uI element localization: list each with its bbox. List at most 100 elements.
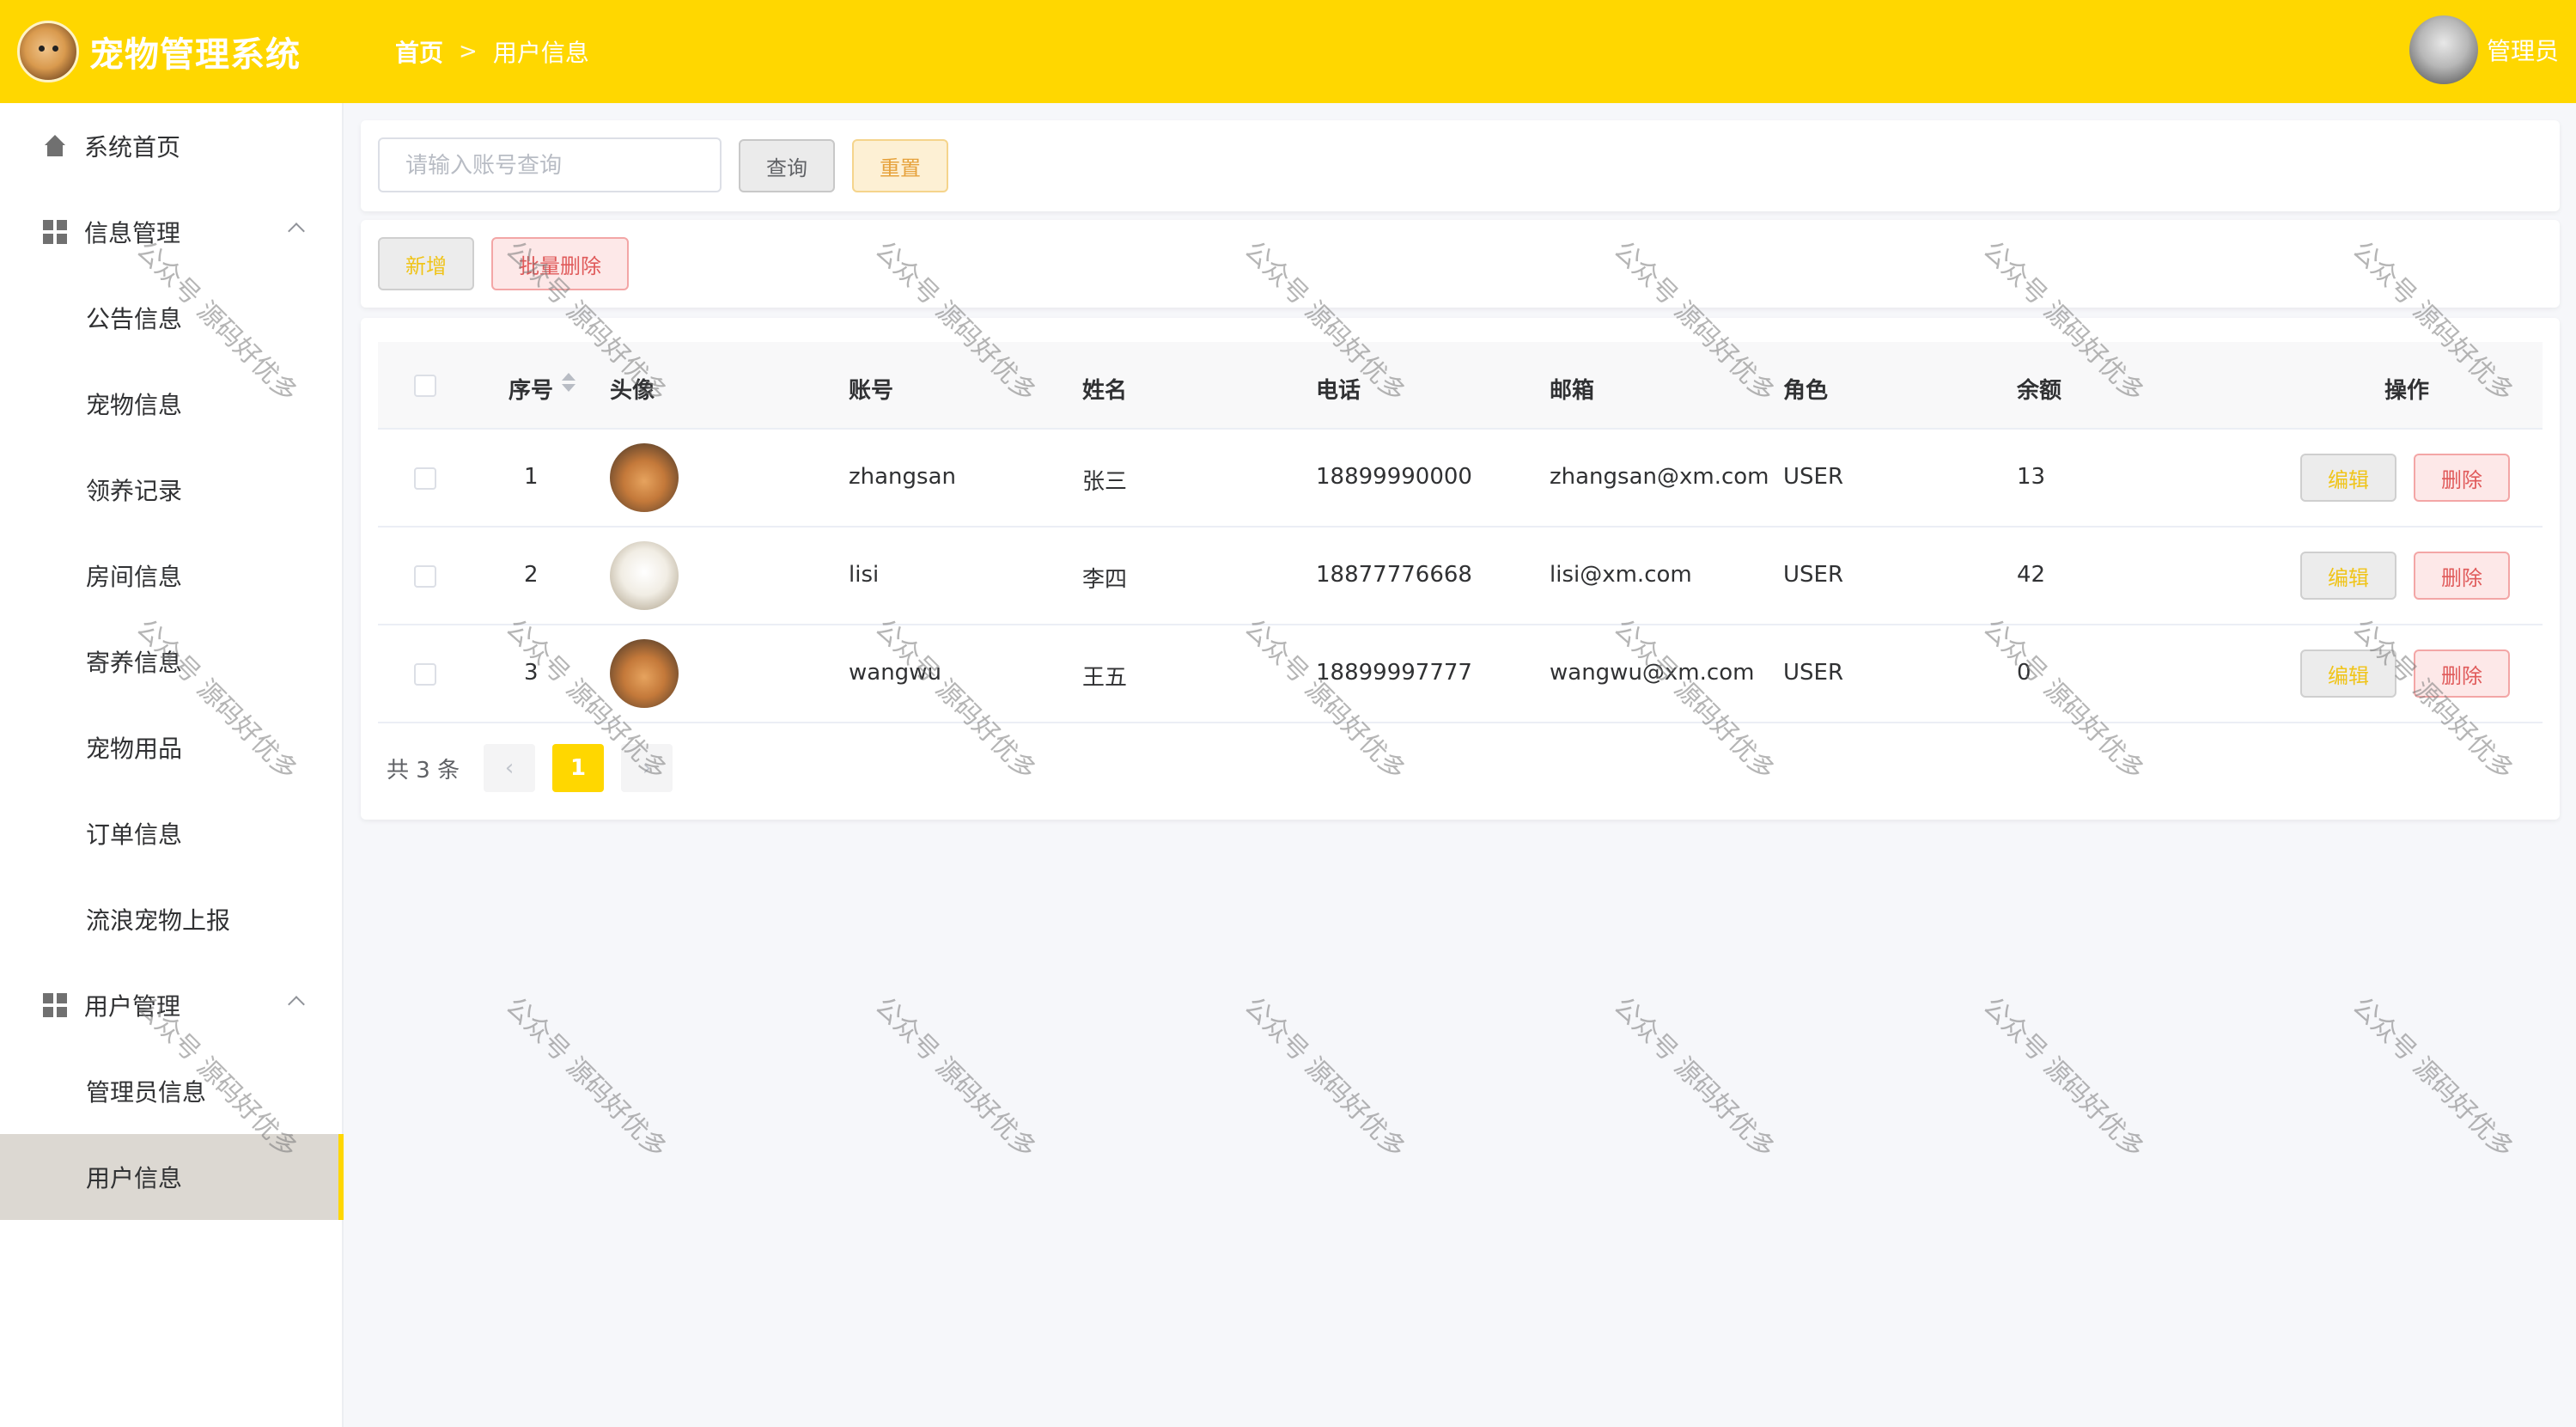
edit-button[interactable]: 编辑: [2300, 454, 2396, 502]
pet-avatar: [610, 639, 679, 708]
cell-phone: 18899990000: [1316, 464, 1472, 490]
watermark-text: 公众号 源码好优多: [499, 991, 673, 1165]
cell-name: 王五: [1082, 665, 1128, 691]
sidebar-group-label: 用户管理: [84, 992, 181, 1021]
column-header: 电话: [1316, 378, 1361, 404]
cell-email: wangwu@xm.com: [1550, 660, 1755, 686]
user-name[interactable]: 管理员: [2487, 33, 2559, 67]
cell-name: 张三: [1082, 469, 1128, 495]
breadcrumb-home[interactable]: 首页: [395, 34, 443, 69]
sidebar-item-label: 寄养信息: [86, 649, 183, 677]
grid-icon: [41, 220, 69, 244]
avatar[interactable]: [2409, 15, 2478, 84]
user-menu[interactable]: 管理员: [2409, 15, 2559, 84]
sidebar-item-label: 宠物信息: [86, 391, 183, 419]
cell-name: 李四: [1082, 567, 1128, 593]
sidebar-item-label: 公告信息: [86, 305, 183, 333]
column-header: 角色: [1783, 378, 1829, 404]
column-header: 账号: [849, 378, 894, 404]
sidebar-item-rooms[interactable]: 房间信息: [0, 533, 342, 619]
cell-index: 3: [524, 660, 539, 686]
column-header: 姓名: [1082, 378, 1128, 404]
cell-balance: 42: [2017, 562, 2046, 588]
chevron-up-icon: [288, 996, 305, 1013]
sidebar-item-pets[interactable]: 宠物信息: [0, 361, 342, 447]
logo-area: 宠物管理系统: [0, 21, 344, 82]
cell-account: zhangsan: [849, 464, 956, 490]
pagination: 共 3 条 ‹ 1 ›: [387, 744, 690, 792]
query-button[interactable]: 查询: [739, 139, 835, 192]
table-row: 2 lisi 李四 18877776668 lisi@xm.com USER 4…: [378, 528, 2543, 625]
cell-role: USER: [1783, 562, 1844, 588]
delete-button[interactable]: 删除: [2414, 649, 2510, 698]
edit-button[interactable]: 编辑: [2300, 552, 2396, 600]
top-header: 宠物管理系统 首页 > 用户信息 管理员: [0, 0, 2576, 103]
reset-button[interactable]: 重置: [852, 139, 948, 192]
edit-button[interactable]: 编辑: [2300, 649, 2396, 698]
cell-account: wangwu: [849, 660, 941, 686]
delete-button[interactable]: 删除: [2414, 552, 2510, 600]
watermark-text: 公众号 源码好优多: [1238, 991, 1411, 1165]
column-header[interactable]: 序号: [509, 373, 553, 405]
search-panel: 查询 重置: [361, 120, 2560, 211]
sidebar-group-info[interactable]: 信息管理: [0, 189, 342, 275]
pagination-total: 共 3 条: [387, 757, 460, 784]
column-header: 操作: [2384, 378, 2430, 404]
page-number[interactable]: 1: [552, 744, 605, 792]
pet-avatar: [610, 443, 679, 512]
cell-balance: 0: [2017, 660, 2031, 686]
sidebar-item-label: 房间信息: [86, 563, 183, 591]
cell-email: lisi@xm.com: [1550, 562, 1692, 588]
sidebar-group-users[interactable]: 用户管理: [0, 962, 342, 1048]
breadcrumb-separator-icon: >: [459, 39, 478, 64]
table-header: 序号 头像 账号 姓名 电话 邮箱 角色 余额 操作: [378, 342, 2543, 430]
row-checkbox[interactable]: [414, 565, 436, 588]
cell-role: USER: [1783, 464, 1844, 490]
cell-index: 1: [524, 464, 539, 490]
prev-page-icon[interactable]: ‹: [484, 744, 536, 792]
table-row: 1 zhangsan 张三 18899990000 zhangsan@xm.co…: [378, 430, 2543, 528]
sidebar-item-home[interactable]: 系统首页: [0, 103, 342, 189]
cell-phone: 18877776668: [1316, 562, 1472, 588]
breadcrumb-current: 用户信息: [492, 39, 589, 67]
add-button[interactable]: 新增: [378, 237, 474, 290]
sidebar-item-label: 用户信息: [86, 1164, 183, 1192]
column-header: 邮箱: [1550, 378, 1595, 404]
sidebar-item-stray-report[interactable]: 流浪宠物上报: [0, 876, 342, 962]
dog-logo-icon: [17, 21, 79, 82]
sidebar-item-orders[interactable]: 订单信息: [0, 790, 342, 876]
sidebar-item-label: 流浪宠物上报: [86, 906, 231, 935]
cell-phone: 18899997777: [1316, 660, 1472, 686]
select-all-checkbox[interactable]: [414, 375, 436, 397]
table-row: 3 wangwu 王五 18899997777 wangwu@xm.com US…: [378, 625, 2543, 723]
grid-icon: [41, 993, 69, 1017]
pet-avatar: [610, 541, 679, 610]
app-title: 宠物管理系统: [89, 35, 301, 75]
delete-button[interactable]: 删除: [2414, 454, 2510, 502]
watermark-text: 公众号 源码好优多: [868, 991, 1042, 1165]
chevron-up-icon: [288, 223, 305, 240]
sidebar-item-boarding[interactable]: 寄养信息: [0, 619, 342, 704]
sort-icon[interactable]: [562, 373, 575, 392]
sidebar-item-users[interactable]: 用户信息: [0, 1134, 344, 1220]
cell-email: zhangsan@xm.com: [1550, 464, 1769, 490]
watermark-text: 公众号 源码好优多: [1607, 991, 1781, 1165]
sidebar-item-label: 领养记录: [86, 477, 183, 505]
row-checkbox[interactable]: [414, 467, 436, 490]
row-checkbox[interactable]: [414, 663, 436, 686]
column-header: 余额: [2017, 378, 2062, 404]
toolbar: 新增 批量删除: [361, 220, 2560, 308]
home-icon: [41, 135, 69, 157]
sidebar-item-notice[interactable]: 公告信息: [0, 275, 342, 361]
next-page-icon[interactable]: ›: [621, 744, 673, 792]
sidebar-item-admins[interactable]: 管理员信息: [0, 1048, 342, 1134]
sidebar-item-adoption[interactable]: 领养记录: [0, 447, 342, 533]
sidebar-group-label: 信息管理: [84, 219, 181, 247]
breadcrumb: 首页 > 用户信息: [395, 34, 589, 69]
column-header: 头像: [610, 378, 655, 404]
batch-delete-button[interactable]: 批量删除: [491, 237, 629, 290]
sidebar-item-label: 宠物用品: [86, 735, 183, 763]
cell-index: 2: [524, 562, 539, 588]
sidebar-item-supplies[interactable]: 宠物用品: [0, 704, 342, 790]
search-input[interactable]: [378, 137, 722, 192]
